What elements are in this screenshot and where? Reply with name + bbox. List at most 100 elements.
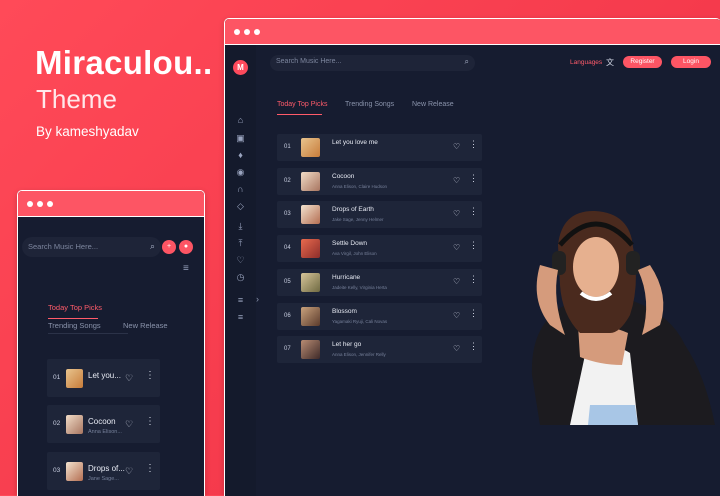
album-art	[66, 369, 83, 388]
album-art	[301, 273, 320, 292]
track-number: 02	[284, 178, 291, 184]
more-vertical-icon[interactable]: ⋮	[145, 371, 155, 381]
add-playlist-icon[interactable]: ≡	[235, 312, 246, 323]
track-artist: Anna Elison, Claire Hudson	[332, 184, 388, 189]
album-art	[66, 415, 83, 434]
user-icon[interactable]: ●	[179, 240, 193, 254]
track-artist: Anna Elison, Jennifer Relly	[332, 352, 386, 357]
heart-icon[interactable]: ♡	[453, 311, 460, 320]
more-vertical-icon[interactable]: ⋮	[469, 174, 478, 183]
list-item[interactable]: 04 Settle Down Ava Virgil, John Elison ♡…	[277, 235, 482, 262]
track-number: 05	[284, 279, 291, 285]
track-title: Cocoon	[88, 417, 116, 426]
track-number: 04	[284, 245, 291, 251]
window-titlebar	[225, 19, 720, 45]
tab-today-top-picks[interactable]: Today Top Picks	[277, 101, 327, 108]
list-item[interactable]: 06 Blossom Yagamaki Ryuji, Cali Novas ♡ …	[277, 303, 482, 330]
heart-icon[interactable]: ♡	[453, 277, 460, 286]
list-item[interactable]: 03 Drops of Earth Jake Sage, Jenny Helme…	[277, 201, 482, 228]
playlist-icon[interactable]: ≡	[235, 295, 246, 306]
track-number: 03	[284, 211, 291, 217]
search-input[interactable]: Search Music Here... ⌕	[22, 237, 161, 257]
track-title: Settle Down	[332, 240, 368, 247]
search-placeholder: Search Music Here...	[28, 242, 99, 251]
add-user-icon[interactable]: +	[162, 240, 176, 254]
search-placeholder: Search Music Here...	[276, 58, 342, 65]
list-item[interactable]: 02 Cocoon Anna Elison, Claire Hudson ♡ ⋮	[277, 168, 482, 195]
list-item[interactable]: 01 Let you... ♡ ⋮	[47, 359, 160, 397]
window-dot-icon	[37, 200, 43, 207]
window-dot-icon	[244, 28, 250, 35]
track-title: Cocoon	[332, 173, 355, 180]
track-artist: Yagamaki Ryuji, Cali Novas	[332, 319, 388, 324]
album-icon[interactable]: ▣	[235, 133, 246, 144]
search-icon[interactable]: ⌕	[465, 57, 469, 67]
heart-icon[interactable]: ♡	[235, 255, 246, 266]
track-artist: Jadeite Kelly, Virginia Herta	[332, 285, 387, 290]
login-button[interactable]: Login	[671, 56, 711, 68]
heart-icon[interactable]: ♡	[453, 243, 460, 252]
sidebar: M ⌂ ▣ ♦ ◉ ∩ ◇ ⤓ ⤒ ♡ ◷ ≡ ≡	[225, 45, 256, 496]
track-title: Let you love me	[332, 139, 378, 146]
window-dot-icon	[27, 200, 33, 207]
translate-icon[interactable]: 文	[606, 57, 614, 68]
window-dot-icon	[234, 28, 240, 35]
search-icon[interactable]: ⌕	[150, 241, 155, 252]
track-artist: Ava Virgil, John Elison	[332, 251, 377, 256]
heart-icon[interactable]: ♡	[125, 373, 133, 384]
more-vertical-icon[interactable]: ⋮	[469, 140, 478, 149]
more-vertical-icon[interactable]: ⋮	[145, 417, 155, 427]
tab-today-top-picks[interactable]: Today Top Picks	[48, 303, 102, 312]
model-with-headphones-image	[531, 210, 715, 425]
logo[interactable]: M	[233, 60, 248, 75]
list-item[interactable]: 02 Cocoon Anna Elison... ♡ ⋮	[47, 405, 160, 443]
window-titlebar	[18, 191, 204, 217]
history-icon[interactable]: ◷	[235, 272, 246, 283]
home-icon[interactable]: ⌂	[235, 115, 246, 126]
track-title: Let you...	[88, 371, 121, 380]
more-vertical-icon[interactable]: ⋮	[145, 464, 155, 474]
register-button[interactable]: Register	[623, 56, 662, 68]
heart-icon[interactable]: ♡	[453, 142, 460, 151]
active-tab-indicator	[277, 114, 322, 115]
languages-link[interactable]: Languages	[570, 59, 602, 66]
chevron-right-icon[interactable]: ›	[256, 294, 259, 304]
album-art	[66, 462, 83, 481]
heart-icon[interactable]: ♡	[125, 466, 133, 477]
mic-icon[interactable]: ♦	[235, 150, 246, 161]
heart-icon[interactable]: ♡	[453, 209, 460, 218]
album-art	[301, 172, 320, 191]
diamond-icon[interactable]: ◇	[235, 201, 246, 212]
heart-icon[interactable]: ♡	[453, 344, 460, 353]
album-art	[301, 239, 320, 258]
track-number: 06	[284, 313, 291, 319]
list-item[interactable]: 03 Drops of... Jane Sage... ♡ ⋮	[47, 452, 160, 490]
track-artist: Jake Sage, Jenny Helmer	[332, 217, 384, 222]
upload-icon[interactable]: ⤒	[235, 238, 246, 249]
heart-icon[interactable]: ♡	[453, 176, 460, 185]
list-item[interactable]: 07 Let her go Anna Elison, Jennifer Rell…	[277, 336, 482, 363]
tab-trending-songs[interactable]: Trending Songs	[345, 101, 394, 108]
track-number: 01	[53, 374, 61, 381]
tab-new-release[interactable]: New Release	[412, 101, 454, 108]
album-art	[301, 138, 320, 157]
search-input[interactable]: Search Music Here... ⌕	[270, 55, 475, 71]
track-artist: Anna Elison...	[88, 429, 122, 435]
mobile-window: Search Music Here... ⌕ + ● ≡ Today Top P…	[17, 190, 205, 496]
promo-subtitle: Theme	[36, 84, 117, 114]
album-art	[301, 307, 320, 326]
headphones-icon[interactable]: ∩	[235, 184, 246, 195]
list-item[interactable]: 01 Let you love me ♡ ⋮	[277, 134, 482, 161]
album-art	[301, 205, 320, 224]
list-item[interactable]: 05 Hurricane Jadeite Kelly, Virginia Her…	[277, 269, 482, 296]
download-icon[interactable]: ⤓	[235, 221, 246, 232]
track-title: Hurricane	[332, 274, 361, 281]
menu-icon[interactable]: ≡	[183, 263, 189, 274]
tab-new-release[interactable]: New Release	[123, 321, 168, 330]
track-title: Drops of Earth	[332, 206, 374, 213]
tab-trending-songs[interactable]: Trending Songs	[48, 321, 101, 330]
track-number: 03	[53, 467, 61, 474]
heart-icon[interactable]: ♡	[125, 419, 133, 430]
radio-icon[interactable]: ◉	[235, 167, 246, 178]
promo-title: Miraculou..	[35, 44, 213, 81]
